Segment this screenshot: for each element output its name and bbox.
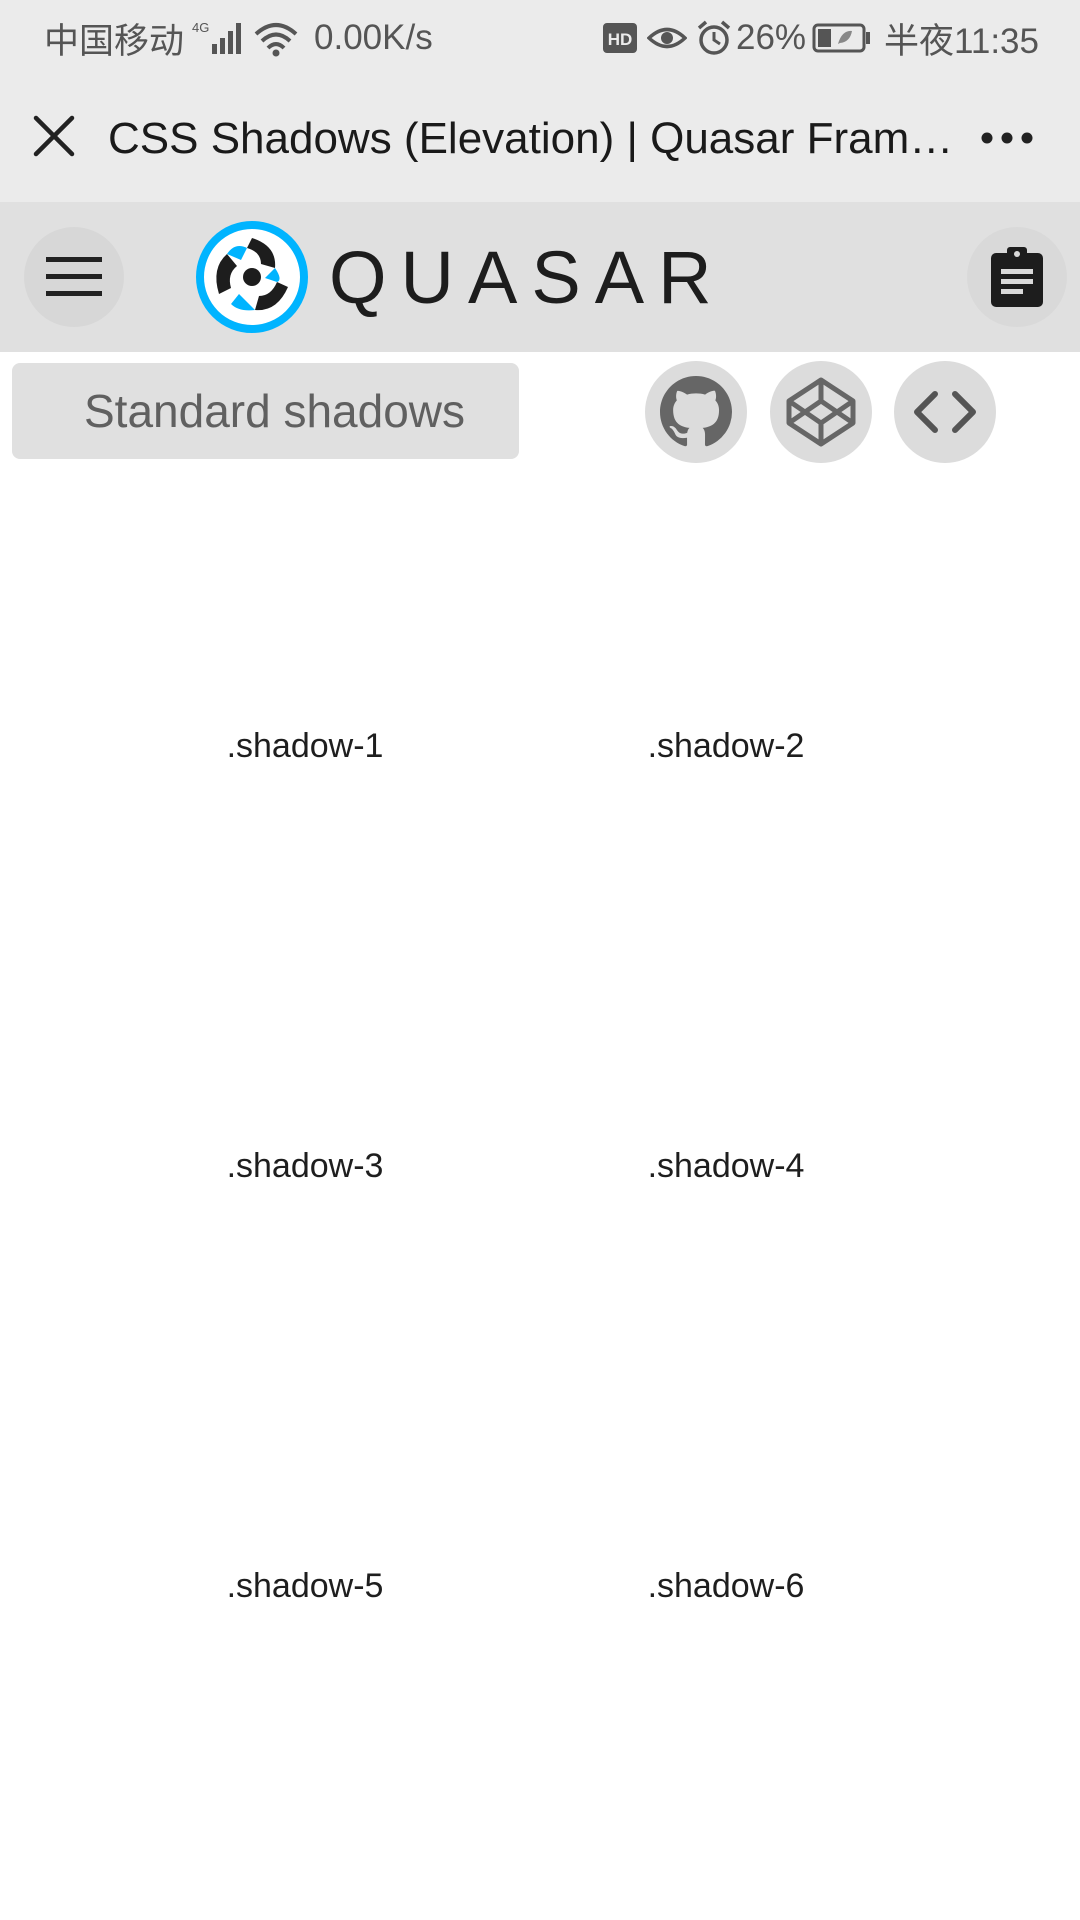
svg-text:4G: 4G <box>192 20 209 35</box>
shadow-card-2: .shadow-2 <box>576 596 876 896</box>
menu-button[interactable] <box>24 227 124 327</box>
quasar-logo-icon <box>196 221 308 333</box>
clock-time: 半夜11:35 <box>884 21 1039 61</box>
page-title: CSS Shadows (Elevation) | Quasar Framewo… <box>108 114 970 163</box>
quasar-logo[interactable]: QUASAR <box>195 220 726 334</box>
codepen-button[interactable] <box>770 361 872 463</box>
more-icon <box>981 132 1033 144</box>
battery-icon <box>812 0 872 76</box>
status-bar: 中国移动 4G 0.00K/s HD 26% 半夜11:35 <box>0 0 1080 76</box>
wifi-icon <box>252 0 300 76</box>
more-button[interactable] <box>972 106 1042 170</box>
shadow-card-4: .shadow-4 <box>576 1016 876 1316</box>
section-title: Standard shadows <box>84 385 466 437</box>
close-icon <box>33 115 75 157</box>
view-source-button[interactable] <box>894 361 996 463</box>
shadow-card-6: .shadow-6 <box>576 1436 876 1736</box>
shadow-card-5: .shadow-5 <box>155 1436 455 1736</box>
hd-icon: HD <box>603 0 639 76</box>
github-icon <box>660 376 732 447</box>
shadow-card-3: .shadow-3 <box>155 1016 455 1316</box>
network-speed: 0.00K/s <box>314 18 433 57</box>
svg-text:HD: HD <box>608 30 633 49</box>
close-button[interactable] <box>22 104 86 168</box>
code-icon <box>914 391 976 433</box>
github-button[interactable] <box>645 361 747 463</box>
app-header: QUASAR <box>0 202 1080 352</box>
codepen-icon <box>786 377 856 447</box>
section-heading[interactable]: Standard shadows <box>12 363 519 459</box>
eye-icon <box>647 0 687 76</box>
shadow-card-1: .shadow-1 <box>155 596 455 896</box>
signal-icon: 4G <box>190 0 246 76</box>
clipboard-button[interactable] <box>967 227 1067 327</box>
alarm-icon <box>695 0 733 76</box>
menu-icon <box>46 257 102 296</box>
webview-title-bar: CSS Shadows (Elevation) | Quasar Framewo… <box>0 76 1080 202</box>
logo-text: QUASAR <box>329 235 726 319</box>
clipboard-icon <box>991 247 1043 307</box>
battery-percent: 26% <box>736 18 807 57</box>
carrier-label: 中国移动 <box>44 21 185 61</box>
